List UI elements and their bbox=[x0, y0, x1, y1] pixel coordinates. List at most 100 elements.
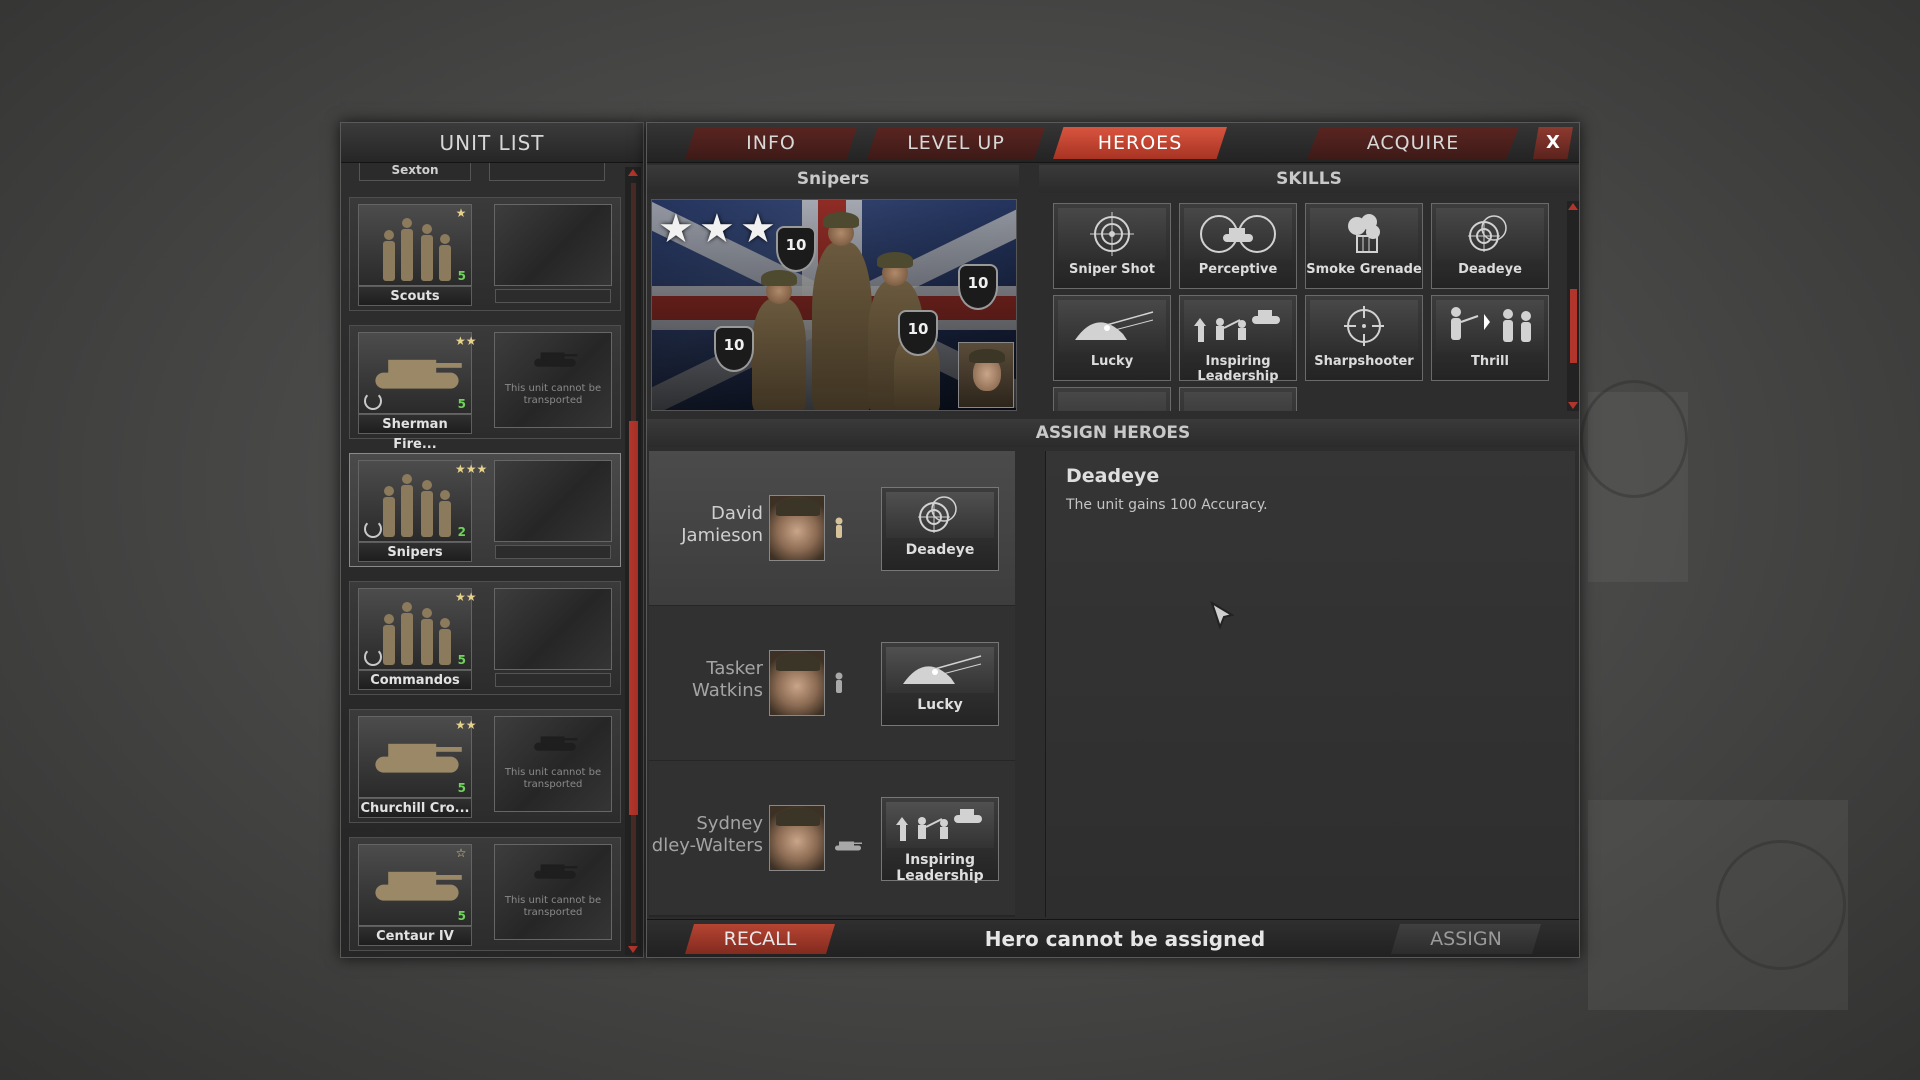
hero-row[interactable]: Tasker Watkins Lucky bbox=[649, 606, 1015, 760]
tab-bar: INFO LEVEL UP HEROES ACQUIRE X bbox=[647, 123, 1579, 163]
unit-count: 5 bbox=[457, 269, 466, 283]
skill-partial[interactable] bbox=[1179, 387, 1297, 411]
transport-slot[interactable] bbox=[494, 460, 612, 559]
soldier-figure bbox=[812, 242, 872, 410]
scroll-up-icon[interactable] bbox=[1568, 203, 1578, 210]
skill-icon bbox=[1058, 392, 1166, 411]
skill-lucky[interactable]: Lucky bbox=[1053, 295, 1171, 381]
close-button[interactable]: X bbox=[1533, 127, 1573, 159]
unit-name: Sherman Fire... bbox=[358, 414, 472, 452]
tab-info[interactable]: INFO bbox=[685, 127, 857, 159]
unit-rank-stars: ★★★ bbox=[455, 462, 488, 476]
target-rings-icon bbox=[1436, 208, 1544, 260]
unit-thumbnail: ★★ 5 bbox=[358, 332, 477, 414]
transport-unavailable-text: This unit cannot be transported bbox=[504, 767, 602, 790]
scroll-up-icon[interactable] bbox=[628, 169, 638, 176]
hero-skill-card[interactable]: Inspiring Leadership bbox=[881, 797, 999, 884]
tab-level-up[interactable]: LEVEL UP bbox=[867, 127, 1045, 159]
hero-list: David Jamieson Deadeye Tasker Watkins Lucky Sy… bbox=[649, 451, 1015, 917]
rank-star-icon: ★ bbox=[658, 206, 694, 252]
unit-rank-stars: ★★ bbox=[455, 334, 477, 348]
unit-title: Snipers bbox=[647, 165, 1019, 193]
unit-thumbnail: ★★★ 2 bbox=[358, 460, 488, 542]
tab-acquire[interactable]: ACQUIRE bbox=[1307, 127, 1519, 159]
unit-card[interactable]: ★★ 5 Commandos bbox=[349, 581, 621, 695]
tab-heroes[interactable]: HEROES bbox=[1053, 127, 1227, 159]
hero-skill-card[interactable]: Lucky bbox=[881, 642, 999, 726]
hero-name: David Jamieson bbox=[681, 503, 763, 546]
skill-label: Perceptive bbox=[1198, 262, 1278, 277]
infantry-type-icon bbox=[833, 517, 845, 543]
skill-thrill[interactable]: Thrill bbox=[1431, 295, 1549, 381]
unit-card[interactable]: ★★ 5 Sherman Fire... This unit cannot be tr… bbox=[349, 325, 621, 452]
veteran-wreath-icon bbox=[364, 520, 382, 538]
skill-detail-title: Deadeye bbox=[1066, 465, 1160, 487]
unit-list-title: UNIT LIST bbox=[341, 123, 643, 163]
unit-list-scroll[interactable]: Sexton ★ 5 Scouts ★★ 5 Sherman Fire... This un… bbox=[347, 163, 627, 957]
scroll-thumb[interactable] bbox=[629, 421, 638, 815]
transport-unavailable-text: This unit cannot be transported bbox=[504, 895, 602, 918]
scroll-thumb[interactable] bbox=[1570, 289, 1577, 363]
skill-sharpshooter[interactable]: Sharpshooter bbox=[1305, 295, 1423, 381]
rank-badge: 10 bbox=[958, 264, 998, 310]
smoke-icon bbox=[1310, 208, 1418, 260]
transport-slot: This unit cannot be transported bbox=[494, 844, 612, 940]
skill-sniper-shot[interactable]: Sniper Shot bbox=[1053, 203, 1171, 289]
unit-card[interactable]: ★★ 5 Churchill Cro... This unit cannot be t… bbox=[349, 709, 621, 823]
background-stamp bbox=[1580, 380, 1688, 498]
cursor-icon bbox=[1210, 601, 1235, 629]
status-message: Hero cannot be assigned bbox=[984, 927, 1266, 951]
scroll-down-icon[interactable] bbox=[628, 946, 638, 953]
hero-name: Tasker Watkins bbox=[692, 658, 763, 701]
unit-list-scrollbar[interactable] bbox=[625, 167, 641, 955]
unit-rank-stars: ★ bbox=[455, 206, 467, 220]
unit-card[interactable]: ★★★ 2 Snipers bbox=[349, 453, 621, 567]
transport-slot[interactable] bbox=[494, 588, 612, 687]
skill-label: Sharpshooter bbox=[1314, 354, 1414, 369]
skill-label: Deadeye bbox=[1458, 262, 1522, 277]
recall-button[interactable]: RECALL bbox=[685, 924, 835, 954]
unit-details-panel: INFO LEVEL UP HEROES ACQUIRE X Snipers S… bbox=[646, 122, 1580, 958]
assign-button[interactable]: ASSIGN bbox=[1391, 924, 1541, 954]
skill-detail-description: The unit gains 100 Accuracy. bbox=[1066, 497, 1268, 513]
unit-card[interactable]: ☆ 5 Centaur IV This unit cannot be transpor… bbox=[349, 837, 621, 951]
skill-perceptive[interactable]: Perceptive bbox=[1179, 203, 1297, 289]
hero-row[interactable]: Sydney dley-Walters Inspiring Leadership bbox=[649, 761, 1015, 915]
rank-badge: 10 bbox=[776, 226, 816, 272]
skill-inspiring-leadership[interactable]: Inspiring Leadership bbox=[1179, 295, 1297, 384]
unit-count: 5 bbox=[457, 781, 466, 795]
hero-skill-label: Deadeye bbox=[905, 542, 975, 558]
hero-skill-label: Lucky bbox=[917, 697, 963, 713]
scroll-down-icon[interactable] bbox=[1568, 402, 1578, 409]
unit-card[interactable]: ★ 5 Scouts bbox=[349, 197, 621, 311]
skill-label: Sniper Shot bbox=[1069, 262, 1155, 277]
hero-row[interactable]: David Jamieson Deadeye bbox=[649, 451, 1015, 605]
transport-slot: This unit cannot be transported bbox=[494, 716, 612, 812]
rank-badge: 10 bbox=[898, 310, 938, 356]
helmet-icon bbox=[886, 647, 994, 693]
veteran-wreath-icon bbox=[364, 648, 382, 666]
unit-thumbnail: ★ 5 bbox=[358, 204, 472, 286]
skill-smoke-grenade[interactable]: Smoke Grenade bbox=[1305, 203, 1423, 289]
unit-name: Commandos bbox=[358, 670, 472, 690]
reticle-icon bbox=[1310, 300, 1418, 352]
skill-label: Thrill bbox=[1471, 354, 1509, 369]
transport-unavailable-text: This unit cannot be transported bbox=[504, 383, 602, 406]
skill-partial[interactable] bbox=[1053, 387, 1171, 411]
tank-icon bbox=[369, 725, 465, 789]
skills-scrollbar[interactable] bbox=[1567, 201, 1579, 411]
skill-label: Lucky bbox=[1090, 354, 1134, 369]
unit-count: 2 bbox=[457, 525, 466, 539]
rank-badge: 10 bbox=[714, 326, 754, 372]
unit-card-partial[interactable]: Sexton bbox=[347, 163, 627, 183]
unit-name: Sexton bbox=[359, 163, 471, 181]
unit-cards: ★ 5 Scouts ★★ 5 Sherman Fire... This unit cann… bbox=[347, 197, 627, 951]
action-bar: RECALL Hero cannot be assigned ASSIGN bbox=[647, 919, 1579, 957]
transport-slot[interactable] bbox=[494, 204, 612, 303]
skills-grid: Sniper Shot Perceptive Smoke Grenade Deadey… bbox=[1043, 199, 1563, 411]
tank-scope-icon bbox=[1184, 208, 1292, 260]
hero-skill-card[interactable]: Deadeye bbox=[881, 487, 999, 571]
skill-deadeye[interactable]: Deadeye bbox=[1431, 203, 1549, 289]
hero-portrait bbox=[769, 650, 825, 716]
skill-icon bbox=[1184, 392, 1292, 411]
